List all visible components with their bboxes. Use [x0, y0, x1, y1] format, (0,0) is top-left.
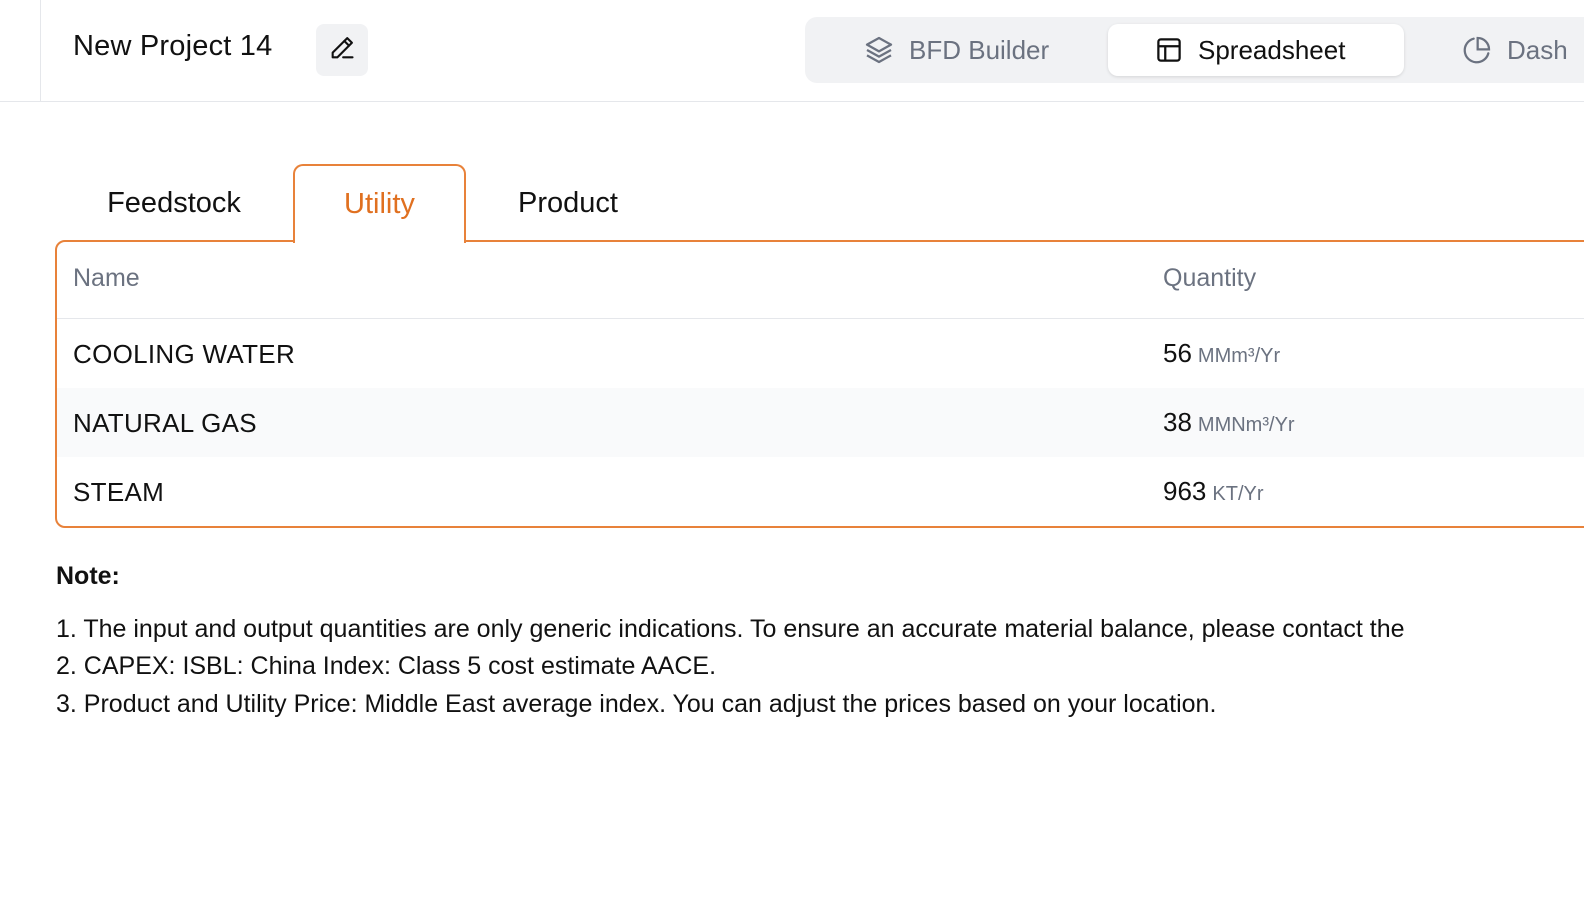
tab-product[interactable]: Product [478, 164, 658, 242]
top-bar: New Project 14 BFD Builder Spreadsheet D… [0, 0, 1584, 102]
view-switcher: BFD Builder Spreadsheet Dash [805, 17, 1584, 83]
table-header: Name Quantity [57, 242, 1584, 319]
note-line: 2. CAPEX: ISBL: China Index: Class 5 cos… [56, 652, 717, 680]
row-quantity: 38 MMNm³/Yr [1163, 407, 1295, 438]
note-title: Note: [56, 562, 120, 590]
view-tab-bfd-builder[interactable]: BFD Builder [863, 24, 1049, 76]
row-name: STEAM [73, 477, 165, 507]
sidebar-divider [40, 0, 41, 102]
table-row[interactable]: NATURAL GAS 38 MMNm³/Yr [57, 388, 1584, 457]
table-row[interactable]: STEAM 963 KT/Yr [57, 457, 1584, 526]
edit-project-name-button[interactable] [316, 24, 368, 76]
quantity-value: 38 [1163, 407, 1192, 437]
project-title: New Project 14 [73, 30, 273, 62]
layers-icon [863, 34, 895, 66]
quantity-unit: MMNm³/Yr [1197, 414, 1295, 436]
table-row[interactable]: COOLING WATER 56 MMm³/Yr [57, 319, 1584, 388]
tab-feedstock[interactable]: Feedstock [74, 164, 274, 242]
row-quantity: 56 MMm³/Yr [1163, 338, 1280, 369]
column-header-quantity: Quantity [1163, 264, 1257, 292]
quantity-value: 963 [1163, 476, 1207, 506]
row-quantity: 963 KT/Yr [1163, 476, 1264, 507]
row-name: COOLING WATER [73, 339, 296, 369]
column-header-name: Name [73, 264, 140, 292]
quantity-value: 56 [1163, 338, 1192, 368]
view-tab-label: BFD Builder [909, 34, 1050, 65]
table-icon [1154, 35, 1184, 65]
note-line: 3. Product and Utility Price: Middle Eas… [56, 690, 1217, 718]
quantity-unit: MMm³/Yr [1197, 345, 1281, 367]
quantity-unit: KT/Yr [1212, 483, 1264, 505]
view-tab-spreadsheet[interactable]: Spreadsheet [1108, 24, 1404, 76]
view-tab-label: Spreadsheet [1198, 34, 1346, 65]
view-tab-label: Dash [1507, 34, 1568, 65]
pencil-icon [328, 34, 356, 67]
utility-table: Name Quantity COOLING WATER 56 MMm³/Yr NA… [55, 240, 1584, 528]
note-line: 1. The input and output quantities are o… [56, 615, 1405, 643]
page: New Project 14 BFD Builder Spreadsheet D… [0, 0, 1584, 921]
pie-chart-icon [1461, 34, 1493, 66]
view-tab-dashboard[interactable]: Dash [1461, 24, 1568, 76]
tab-utility[interactable]: Utility [293, 164, 466, 243]
row-name: NATURAL GAS [73, 408, 257, 438]
